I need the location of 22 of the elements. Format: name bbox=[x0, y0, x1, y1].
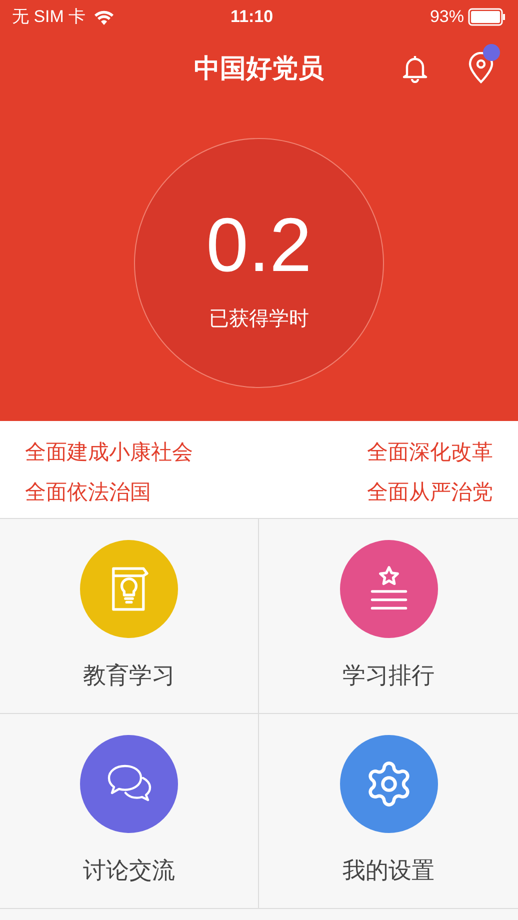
slogan-text: 全面深化改革 bbox=[366, 440, 493, 466]
battery-text: 93% bbox=[430, 6, 464, 28]
menu-label: 讨论交流 bbox=[83, 856, 175, 885]
battery-icon bbox=[468, 8, 506, 26]
notification-bell-icon[interactable] bbox=[400, 53, 430, 83]
slogan-text: 全面建成小康社会 bbox=[25, 440, 194, 466]
app-title: 中国好党员 bbox=[194, 52, 324, 84]
menu-tile[interactable]: 讨论交流 bbox=[0, 714, 259, 909]
study-hours-value: 0.2 bbox=[206, 208, 312, 284]
study-hours-label: 已获得学时 bbox=[209, 307, 309, 332]
slogan-text: 全面依法治国 bbox=[25, 480, 152, 506]
location-pin-icon[interactable] bbox=[466, 52, 496, 84]
menu-tile[interactable]: 教育学习 bbox=[0, 519, 259, 714]
carrier-text: 无 SIM 卡 bbox=[12, 6, 86, 28]
menu-tile[interactable]: 学习排行 bbox=[259, 519, 518, 714]
wifi-icon bbox=[94, 10, 114, 24]
menu-label: 学习排行 bbox=[342, 660, 434, 690]
menu-tile[interactable]: 我的设置 bbox=[259, 714, 518, 909]
menu-label: 我的设置 bbox=[342, 856, 434, 885]
menu-label: 教育学习 bbox=[83, 660, 175, 690]
clock-text: 11:10 bbox=[230, 6, 274, 28]
slogan-text: 全面从严治党 bbox=[366, 480, 493, 506]
